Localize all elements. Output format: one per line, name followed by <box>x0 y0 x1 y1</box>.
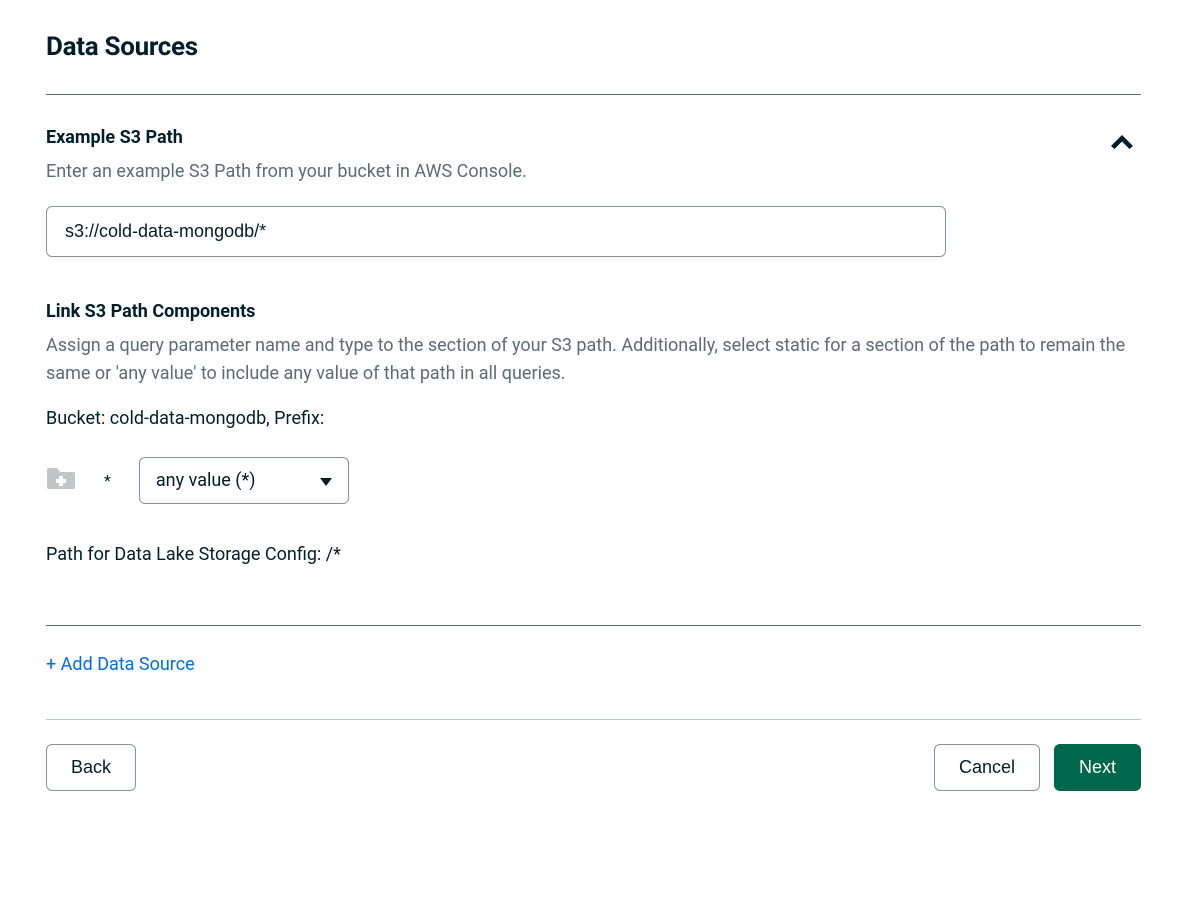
path-segment-label: * <box>104 471 111 490</box>
chevron-up-icon <box>1111 135 1133 149</box>
add-data-source-link[interactable]: + Add Data Source <box>46 654 195 675</box>
back-button[interactable]: Back <box>46 744 136 791</box>
path-type-dropdown[interactable]: any value (*) <box>139 457 349 504</box>
path-component-row: * any value (*) <box>46 457 1141 504</box>
config-path-label: Path for Data Lake Storage Config: /* <box>46 544 1141 565</box>
next-button[interactable]: Next <box>1054 744 1141 791</box>
caret-down-icon <box>320 470 332 491</box>
link-components-heading: Link S3 Path Components <box>46 301 1141 322</box>
example-path-section: Example S3 Path Enter an example S3 Path… <box>46 127 1141 257</box>
divider-bottom <box>46 719 1141 720</box>
page-title: Data Sources <box>46 32 1141 62</box>
footer-actions: Back Cancel Next <box>46 744 1141 791</box>
example-path-heading: Example S3 Path <box>46 127 946 148</box>
dropdown-selected-label: any value (*) <box>156 470 256 491</box>
bucket-prefix-line: Bucket: cold-data-mongodb, Prefix: <box>46 408 1141 429</box>
divider-top <box>46 94 1141 95</box>
example-path-description: Enter an example S3 Path from your bucke… <box>46 158 946 186</box>
link-components-section: Link S3 Path Components Assign a query p… <box>46 301 1141 565</box>
s3-path-input[interactable] <box>46 206 946 257</box>
link-components-description: Assign a query parameter name and type t… <box>46 332 1141 388</box>
cancel-button[interactable]: Cancel <box>934 744 1040 791</box>
divider-mid <box>46 625 1141 626</box>
collapse-toggle[interactable] <box>1103 127 1141 160</box>
folder-plus-icon <box>46 466 76 494</box>
